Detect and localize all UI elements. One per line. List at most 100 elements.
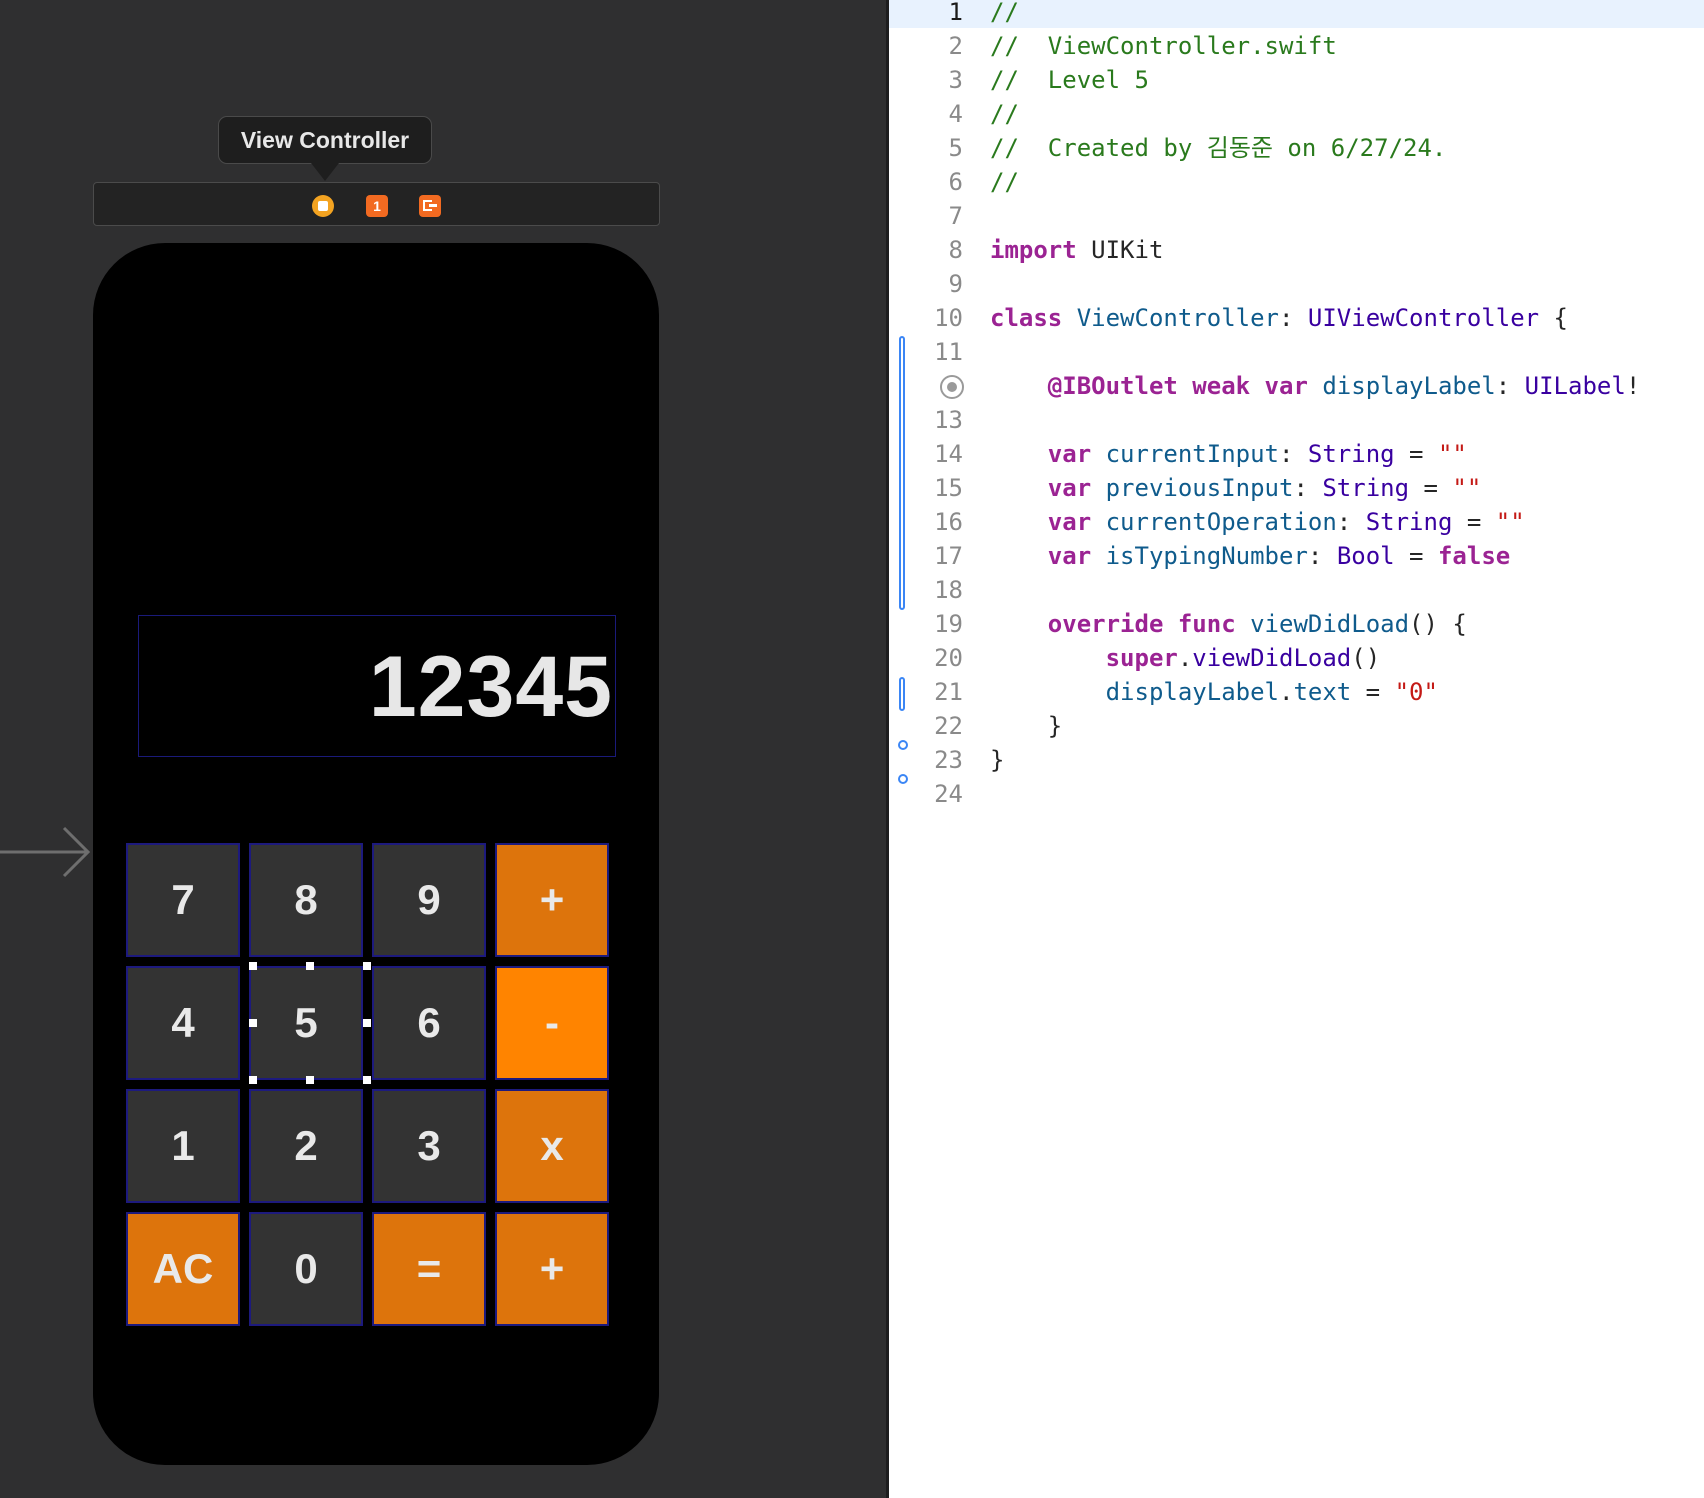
line-text: override func viewDidLoad() { <box>990 607 1467 641</box>
line-text: class ViewController: UIViewController { <box>990 301 1568 335</box>
key-9[interactable]: 9 <box>372 843 486 957</box>
code-token: var <box>1264 372 1308 400</box>
scene-dock[interactable]: 1 <box>93 182 660 226</box>
key-7[interactable]: 7 <box>126 843 240 957</box>
key-all-clear[interactable]: AC <box>126 1212 240 1326</box>
code-token: { <box>1539 304 1568 332</box>
code-line[interactable]: 16 var currentOperation: String = "" <box>889 505 1704 539</box>
code-line[interactable]: 9 <box>889 267 1704 301</box>
code-line[interactable]: 14 var currentInput: String = "" <box>889 437 1704 471</box>
selection-handle[interactable] <box>249 962 257 970</box>
code-token: : <box>1279 440 1308 468</box>
selection-handle[interactable] <box>363 1019 371 1027</box>
line-text: import UIKit <box>990 233 1163 267</box>
outlet-connection-icon[interactable] <box>940 375 964 399</box>
code-line[interactable]: 21 displayLabel.text = "0" <box>889 675 1704 709</box>
key-3[interactable]: 3 <box>372 1089 486 1203</box>
line-text: // <box>990 0 1019 29</box>
code-token: . <box>1177 644 1193 672</box>
key-6[interactable]: 6 <box>372 966 486 1080</box>
selection-handle[interactable] <box>306 962 314 970</box>
code-line[interactable]: 4 // <box>889 97 1704 131</box>
code-line[interactable]: 3 // Level 5 <box>889 63 1704 97</box>
key-2[interactable]: 2 <box>249 1089 363 1203</box>
key-4[interactable]: 4 <box>126 966 240 1080</box>
key-multiply[interactable]: x <box>495 1089 609 1203</box>
code-line[interactable]: 7 <box>889 199 1704 233</box>
code-token: "" <box>1437 440 1467 468</box>
code-token: class <box>990 304 1063 332</box>
code-token: () <box>1351 644 1381 672</box>
code-line[interactable]: 10 class ViewController: UIViewController… <box>889 301 1704 335</box>
code-line[interactable]: 22 } <box>889 709 1704 743</box>
code-line[interactable]: 5 // Created by 김동준 on 6/27/24. <box>889 131 1704 165</box>
key-5[interactable]: 5 <box>249 966 363 1080</box>
code-line[interactable]: @IBOutlet weak var displayLabel: UILabel… <box>889 369 1704 403</box>
view-controller-icon[interactable] <box>312 195 334 217</box>
selection-handle[interactable] <box>363 962 371 970</box>
code-line[interactable]: 15 var previousInput: String = "" <box>889 471 1704 505</box>
code-line[interactable]: 23} <box>889 743 1704 777</box>
code-line[interactable]: 1 // <box>889 0 1704 29</box>
selection-handle[interactable] <box>306 1076 314 1084</box>
line-text: // Created by 김동준 on 6/27/24. <box>990 131 1446 165</box>
code-line[interactable]: 20 super.viewDidLoad() <box>889 641 1704 675</box>
line-number: 22 <box>934 712 963 740</box>
code-line[interactable]: 8 import UIKit <box>889 233 1704 267</box>
line-number: 5 <box>948 134 963 162</box>
code-token: currentInput <box>1105 440 1279 468</box>
code-line[interactable]: 11 <box>889 335 1704 369</box>
change-bar[interactable] <box>899 336 905 610</box>
key-plus-2[interactable]: + <box>495 1212 609 1326</box>
code-token: // Created by 김동준 on 6/27/24. <box>990 134 1447 162</box>
code-token: "" <box>1452 474 1482 502</box>
code-line[interactable]: 24 <box>889 777 1704 811</box>
code-token: String <box>1307 440 1395 468</box>
code-token: : <box>1495 372 1525 400</box>
code-token: . <box>1278 678 1294 706</box>
key-0[interactable]: 0 <box>249 1212 363 1326</box>
code-token: String <box>1365 508 1453 536</box>
code-line[interactable]: 2 // ViewController.swift <box>889 29 1704 63</box>
code-line[interactable]: 6 // <box>889 165 1704 199</box>
key-equals[interactable]: = <box>372 1212 486 1326</box>
first-responder-icon[interactable]: 1 <box>366 195 388 217</box>
code-line[interactable]: 17 var isTypingNumber: Bool = false <box>889 539 1704 573</box>
selection-handle[interactable] <box>249 1019 257 1027</box>
line-text: // Level 5 <box>990 63 1149 97</box>
change-bar[interactable] <box>899 677 905 711</box>
code-token: : <box>1293 474 1323 502</box>
code-token: var <box>1047 474 1092 502</box>
code-token: : <box>1336 508 1366 536</box>
selection-handle[interactable] <box>249 1076 257 1084</box>
key-8[interactable]: 8 <box>249 843 363 957</box>
code-token: = <box>1394 542 1438 570</box>
line-text: // <box>990 165 1019 199</box>
key-plus[interactable]: + <box>495 843 609 957</box>
code-token: Bool <box>1336 542 1395 570</box>
change-dot[interactable] <box>898 774 908 784</box>
exit-icon[interactable] <box>419 195 441 217</box>
code-token: var <box>1047 440 1092 468</box>
code-line[interactable]: 18 <box>889 573 1704 607</box>
key-minus[interactable]: - <box>495 966 609 1080</box>
line-number: 4 <box>948 100 963 128</box>
line-text: var previousInput: String = "" <box>990 471 1482 505</box>
line-number: 10 <box>934 304 963 332</box>
entry-point-arrow-icon[interactable] <box>0 826 92 878</box>
key-1[interactable]: 1 <box>126 1089 240 1203</box>
selection-handle[interactable] <box>363 1076 371 1084</box>
code-line[interactable]: 19 override func viewDidLoad() { <box>889 607 1704 641</box>
change-dot[interactable] <box>898 740 908 750</box>
code-token: displayLabel <box>1105 678 1279 706</box>
display-label[interactable]: 12345 <box>138 615 616 757</box>
code-line[interactable]: 13 <box>889 403 1704 437</box>
